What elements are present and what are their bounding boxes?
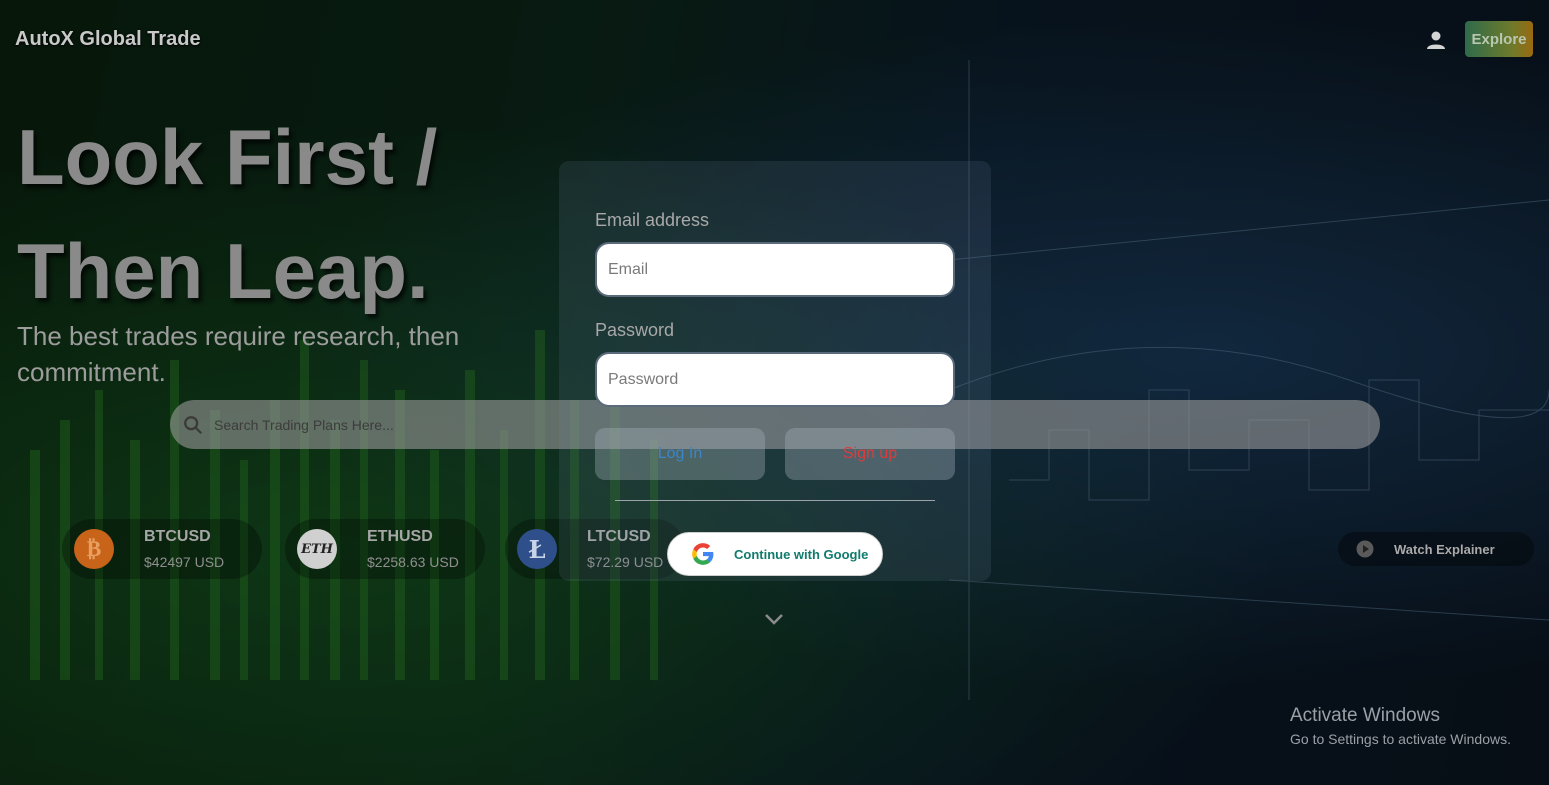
ticker-price: $42497 USD xyxy=(144,554,225,570)
ticker-price: $2258.63 USD xyxy=(367,554,459,570)
email-field[interactable] xyxy=(595,242,955,297)
watch-explainer-button[interactable]: Watch Explainer xyxy=(1338,532,1534,566)
google-button-label: Continue with Google xyxy=(734,546,869,562)
chevron-down-icon[interactable] xyxy=(764,612,784,626)
hero-subtitle: The best trades require research, then c… xyxy=(17,321,460,387)
ethereum-icon: ETH xyxy=(297,529,337,569)
play-icon xyxy=(1356,540,1374,558)
hero-title-line1: Look First / xyxy=(17,113,438,201)
google-signin-button[interactable]: Continue with Google xyxy=(667,532,883,576)
ticker-btc[interactable]: ₿ BTCUSD $42497 USD xyxy=(62,519,262,579)
bitcoin-icon: ₿ xyxy=(74,529,114,569)
activate-windows-title: Activate Windows xyxy=(1290,705,1440,726)
hero-title-line2: Then Leap. xyxy=(17,227,429,315)
google-icon xyxy=(692,543,714,565)
ticker-symbol: BTCUSD xyxy=(144,528,211,545)
password-label: Password xyxy=(595,320,675,340)
explore-button[interactable]: Explore xyxy=(1465,21,1533,57)
signup-button[interactable]: Sign up xyxy=(785,428,955,480)
litecoin-icon: Ł xyxy=(517,529,557,569)
activate-windows-subtitle: Go to Settings to activate Windows. xyxy=(1290,731,1511,747)
brand-title[interactable]: AutoX Global Trade xyxy=(15,28,201,51)
divider xyxy=(615,500,935,501)
ticker-eth[interactable]: ETH ETHUSD $2258.63 USD xyxy=(285,519,485,579)
hero-title: Look First / Then Leap. xyxy=(17,100,437,328)
person-icon[interactable] xyxy=(1424,28,1448,52)
watch-explainer-label: Watch Explainer xyxy=(1394,541,1495,557)
login-button[interactable]: Log In xyxy=(595,428,765,480)
password-field[interactable] xyxy=(595,352,955,407)
ticker-symbol: ETHUSD xyxy=(367,528,433,545)
email-label: Email address xyxy=(595,210,710,230)
search-icon xyxy=(184,415,203,434)
